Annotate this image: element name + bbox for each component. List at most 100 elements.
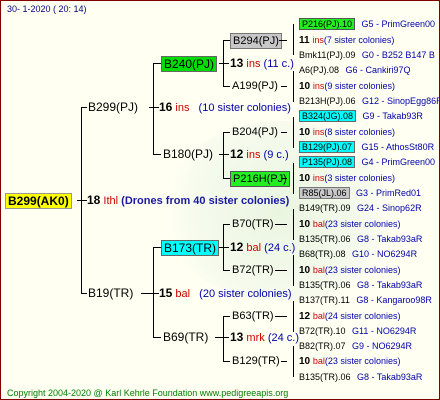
gen4-origin: G6 - Cankiri97Q xyxy=(343,65,411,75)
b180-ins: ins xyxy=(246,149,261,161)
b240-note: (11 c.) xyxy=(263,58,294,70)
root-stats: 18 Ithl (Drones from 40 sister colonies) xyxy=(87,193,289,208)
gen4-row: 10 bal(23 sister colonies) xyxy=(299,263,400,278)
gen4-origin: G8 - Takab93aR xyxy=(354,280,423,290)
sire-count: 16 xyxy=(159,100,173,114)
gen4-row: B68(TR).08 G10 - NO6294R xyxy=(299,247,417,261)
gen4-origin: G5 - PrimGreen00 xyxy=(359,19,436,29)
gen4-queen[interactable]: B68(TR).08 xyxy=(299,249,346,259)
b69-note: (24 c.) xyxy=(267,332,299,344)
gen4-row: P216(PJ).10 G5 - PrimGreen00 xyxy=(299,17,435,31)
gen4-count: 10 xyxy=(299,81,313,92)
gen4-row: B149(TR).09 G24 - Sinop62R xyxy=(299,201,422,215)
gen4-origin: G8 - Takab93aR xyxy=(354,372,423,382)
gen4-origin: G8 - Takab93aR xyxy=(354,234,423,244)
gen4-row: B324(JG).08 G9 - Takab93R xyxy=(299,109,423,123)
gen4-count: 10 xyxy=(299,219,313,230)
gen4-ins: bal xyxy=(312,311,325,321)
gen4-queen[interactable]: P216(PJ).10 xyxy=(299,18,356,30)
gen4-note: (8 sister colonies) xyxy=(324,127,395,137)
gen4-note: (9 sister colonies) xyxy=(324,81,395,91)
gen4-row: P135(PJ).08 G4 - PrimGreen00 xyxy=(299,155,435,169)
b240-ins: ins xyxy=(246,58,261,70)
root-note: (Drones from 40 sister colonies) xyxy=(121,195,290,207)
gen4-ins: ins xyxy=(312,173,325,183)
sire-ins: ins xyxy=(175,102,190,114)
gen4-row: 10 bal(23 sister colonies) xyxy=(299,217,400,232)
queen-p216h[interactable]: P216H(PJ) xyxy=(230,171,290,187)
b69-ins: mrk xyxy=(246,332,265,344)
gen4-queen[interactable]: B213H(PJ).06 xyxy=(299,96,356,106)
queen-b204[interactable]: B204(PJ) xyxy=(232,125,278,139)
pedigree-frame: 30- 1-2020 ( 20: 14) B299(AK0) 18 Ithl (… xyxy=(0,0,440,400)
dam-stats: 15 bal (20 sister colonies) xyxy=(159,286,292,301)
gen4-queen[interactable]: B72(TR).10 xyxy=(299,326,346,336)
gen4-row: A6(PJ).08 G6 - Cankiri97Q xyxy=(299,63,411,77)
gen4-origin: G3 - PrimRed01 xyxy=(353,188,422,198)
gen4-row: 10 ins(9 sister colonies) xyxy=(299,79,395,94)
gen4-queen[interactable]: B324(JG).08 xyxy=(299,110,357,122)
gen4-ins: bal xyxy=(312,356,325,366)
b69-stats: 13 mrk (24 c.) xyxy=(230,330,299,345)
gen4-row: B82(TR).07 G9 - NO6294R xyxy=(299,339,412,353)
gen4-queen[interactable]: A6(PJ).08 xyxy=(299,65,339,75)
dam-b19[interactable]: B19(TR) xyxy=(88,286,133,300)
queen-b63[interactable]: B63(TR) xyxy=(232,309,274,323)
gen4-note: (3 sister colonies) xyxy=(324,173,395,183)
root-queen[interactable]: B299(AK0) xyxy=(5,193,72,209)
b180-count: 12 xyxy=(230,147,244,161)
b173-stats: 12 bal (24 c.) xyxy=(230,240,295,255)
gen4-queen[interactable]: B129(PJ).07 xyxy=(299,141,356,153)
sire-b299[interactable]: B299(PJ) xyxy=(88,100,138,114)
queen-b180[interactable]: B180(PJ) xyxy=(163,147,213,161)
queen-b173[interactable]: B173(TR) xyxy=(161,240,220,256)
queen-a199[interactable]: A199(PJ) xyxy=(232,79,278,93)
gen4-queen[interactable]: B137(TR).11 xyxy=(299,295,350,305)
gen4-count: 12 xyxy=(299,311,313,322)
gen4-ins: ins xyxy=(312,35,324,45)
b180-stats: 12 ins (9 c.) xyxy=(230,147,289,162)
gen4-row: B72(TR).10 G11 - NO6294R xyxy=(299,324,416,338)
gen4-queen[interactable]: B135(TR).06 xyxy=(299,372,351,382)
gen4-origin: G0 - B252 B147 B xyxy=(359,50,435,60)
b173-ins: bal xyxy=(246,242,262,254)
gen4-origin: G12 - SinopEgg86R xyxy=(359,96,440,106)
gen4-queen[interactable]: Bmk11(PJ).09 xyxy=(299,50,355,60)
gen4-queen[interactable]: P135(PJ).08 xyxy=(299,156,356,168)
queen-b129[interactable]: B129(TR) xyxy=(232,354,280,368)
dam-ins: bal xyxy=(175,288,191,300)
gen4-count: 10 xyxy=(299,173,313,184)
gen4-ins: ins xyxy=(312,81,325,91)
gen4-queen[interactable]: B149(TR).09 xyxy=(299,203,351,213)
queen-b240[interactable]: B240(PJ) xyxy=(161,56,218,72)
footer-copyright: Copyright 2004-2020 @ Karl Kehrle Founda… xyxy=(7,388,289,398)
gen4-row: 10 ins(8 sister colonies) xyxy=(299,125,395,140)
gen4-note: (23 sister colonies) xyxy=(324,265,401,275)
gen4-origin: G10 - NO6294R xyxy=(349,249,418,259)
b240-count: 13 xyxy=(230,56,244,70)
gen4-row: 12 bal(24 sister colonies) xyxy=(299,309,400,324)
gen4-note: (24 sister colonies) xyxy=(324,311,401,321)
gen4-row: B135(TR).06 G8 - Takab93aR xyxy=(299,370,422,384)
gen4-queen[interactable]: R85(JL).06 xyxy=(299,187,350,199)
gen4-origin: G4 - PrimGreen00 xyxy=(359,157,436,167)
gen4-queen[interactable]: B82(TR).07 xyxy=(299,341,346,351)
b240-stats: 13 ins (11 c.) xyxy=(230,56,294,71)
gen4-ins: bal xyxy=(312,219,325,229)
gen4-queen[interactable]: B135(TR).06 xyxy=(299,280,351,290)
gen4-row: B137(TR).11 G8 - Kangaroo98R xyxy=(299,293,432,307)
gen4-count: 10 xyxy=(299,127,313,138)
gen4-queen[interactable]: B135(TR).06 xyxy=(299,234,351,244)
gen4-origin: G8 - Kangaroo98R xyxy=(353,295,432,305)
queen-b72[interactable]: B72(TR) xyxy=(232,263,274,277)
queen-b294[interactable]: B294(PJ) xyxy=(230,33,282,49)
b173-note: (24 c.) xyxy=(264,242,296,254)
gen4-note: (7 sister colonies) xyxy=(323,35,395,45)
queen-b70[interactable]: B70(TR) xyxy=(232,217,274,231)
gen4-row: B129(PJ).07 G15 - AthosSt80R xyxy=(299,140,434,154)
queen-b69[interactable]: B69(TR) xyxy=(163,330,208,344)
gen4-note: (23 sister colonies) xyxy=(324,356,401,366)
gen4-count: 10 xyxy=(299,356,313,367)
gen4-row: 10 bal(23 sister colonies) xyxy=(299,354,400,369)
gen4-row: Bmk11(PJ).09 G0 - B252 B147 B xyxy=(299,48,435,62)
